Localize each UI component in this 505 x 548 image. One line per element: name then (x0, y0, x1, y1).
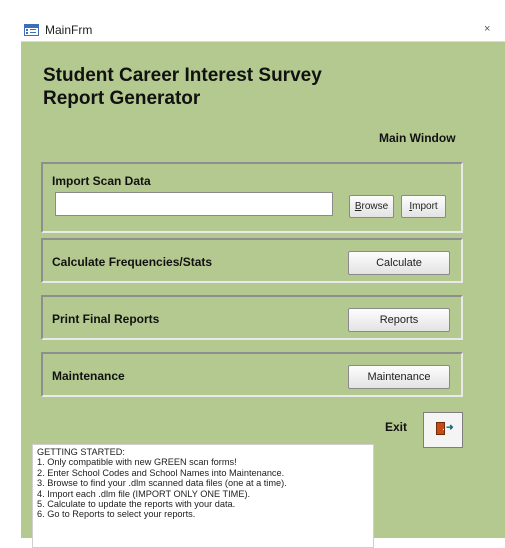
calculate-button[interactable]: Calculate (348, 251, 450, 275)
step-item: 4. Import each .dlm file (IMPORT ONLY ON… (37, 488, 251, 499)
step-item: 6. Go to Reports to select your reports. (37, 509, 196, 520)
step-item: 3. Browse to find your .dlm scanned data… (37, 478, 287, 489)
reports-button[interactable]: Reports (348, 308, 450, 332)
calculate-section: Calculate Frequencies/Stats Calculate (41, 238, 463, 283)
import-file-input[interactable] (55, 192, 333, 216)
app-title-line2: Report Generator (43, 88, 201, 109)
browse-button[interactable]: Browse (349, 195, 394, 218)
app-title: Student Career Interest Survey Report Ge… (43, 64, 322, 110)
main-window: MainFrm × Student Career Interest Survey… (21, 21, 505, 548)
import-section: Import Scan Data Browse Import (41, 162, 463, 233)
import-button[interactable]: Import (401, 195, 446, 218)
form-icon (24, 24, 39, 36)
calculate-label: Calculate Frequencies/Stats (52, 255, 213, 269)
main-window-label: Main Window (379, 131, 456, 145)
maintenance-section: Maintenance Maintenance (41, 352, 463, 397)
close-icon[interactable]: × (484, 23, 490, 35)
getting-started-box: GETTING STARTED: 1. Only compatible with… (32, 444, 374, 548)
maintenance-label: Maintenance (52, 369, 125, 383)
getting-started-heading: GETTING STARTED: (37, 447, 125, 457)
step-item: 5. Calculate to update the reports with … (37, 499, 236, 510)
reports-section: Print Final Reports Reports (41, 295, 463, 340)
step-item: 2. Enter School Codes and School Names i… (37, 467, 285, 478)
reports-label: Print Final Reports (52, 312, 160, 326)
exit-button[interactable]: ➜ (423, 412, 463, 448)
window-title: MainFrm (45, 23, 93, 37)
app-title-line1: Student Career Interest Survey (43, 65, 322, 86)
exit-label: Exit (385, 420, 408, 434)
form-body: Student Career Interest Survey Report Ge… (21, 42, 505, 548)
step-item: 1. Only compatible with new GREEN scan f… (37, 457, 237, 468)
title-bar: MainFrm × (21, 21, 505, 42)
import-label: Import Scan Data (52, 174, 151, 188)
maintenance-button[interactable]: Maintenance (348, 365, 450, 389)
